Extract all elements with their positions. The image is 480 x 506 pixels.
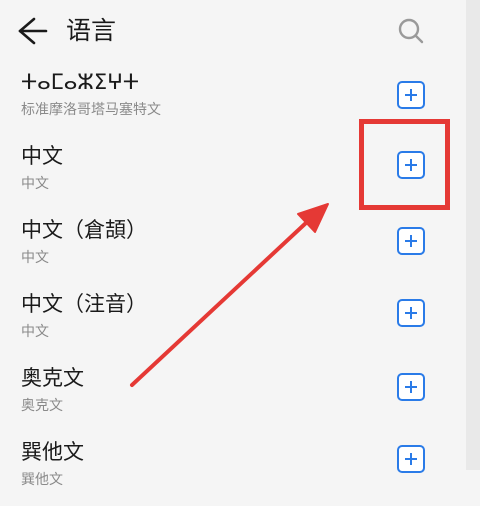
language-name: 中文（倉頡） [21, 218, 147, 242]
add-language-button[interactable] [397, 373, 425, 401]
language-name: 中文 [21, 144, 63, 168]
highlight-box [359, 119, 450, 210]
list-item-language[interactable]: 中文（注音） 中文 [0, 284, 466, 358]
header-bar: 语言 [0, 0, 466, 62]
add-language-button[interactable] [397, 299, 425, 327]
language-native-name: 巽他文 [21, 472, 63, 488]
search-icon [398, 18, 424, 44]
language-name: 奥克文 [21, 366, 84, 390]
language-native-name: 中文 [21, 324, 49, 340]
language-name: 中文（注音） [21, 292, 147, 316]
add-language-button[interactable] [397, 227, 425, 255]
language-native-name: 中文 [21, 250, 49, 266]
page-title: 语言 [66, 16, 117, 45]
list-item-language[interactable]: 巽他文 巽他文 [0, 432, 466, 506]
language-native-name: 中文 [21, 176, 49, 192]
language-native-name: 奥克文 [21, 398, 63, 414]
language-name: ⵜⴰⵎⴰⵣⵉⵖⵜ [21, 70, 140, 94]
search-button[interactable] [394, 14, 428, 48]
language-list-page: 语言 ⵜⴰⵎⴰⵣⵉⵖⵜ 标准摩洛哥塔马塞特文 中文 中文 中文（倉頡） 中文 中… [0, 0, 466, 488]
back-button[interactable] [14, 14, 48, 48]
arrow-left-icon [18, 17, 48, 45]
add-language-button[interactable] [397, 445, 425, 473]
scroll-edge [466, 0, 480, 470]
list-item-language[interactable]: 中文（倉頡） 中文 [0, 210, 466, 284]
language-native-name: 标准摩洛哥塔马塞特文 [21, 102, 161, 118]
language-name: 巽他文 [21, 440, 84, 464]
add-language-button[interactable] [397, 81, 425, 109]
list-item-language[interactable]: 奥克文 奥克文 [0, 358, 466, 432]
